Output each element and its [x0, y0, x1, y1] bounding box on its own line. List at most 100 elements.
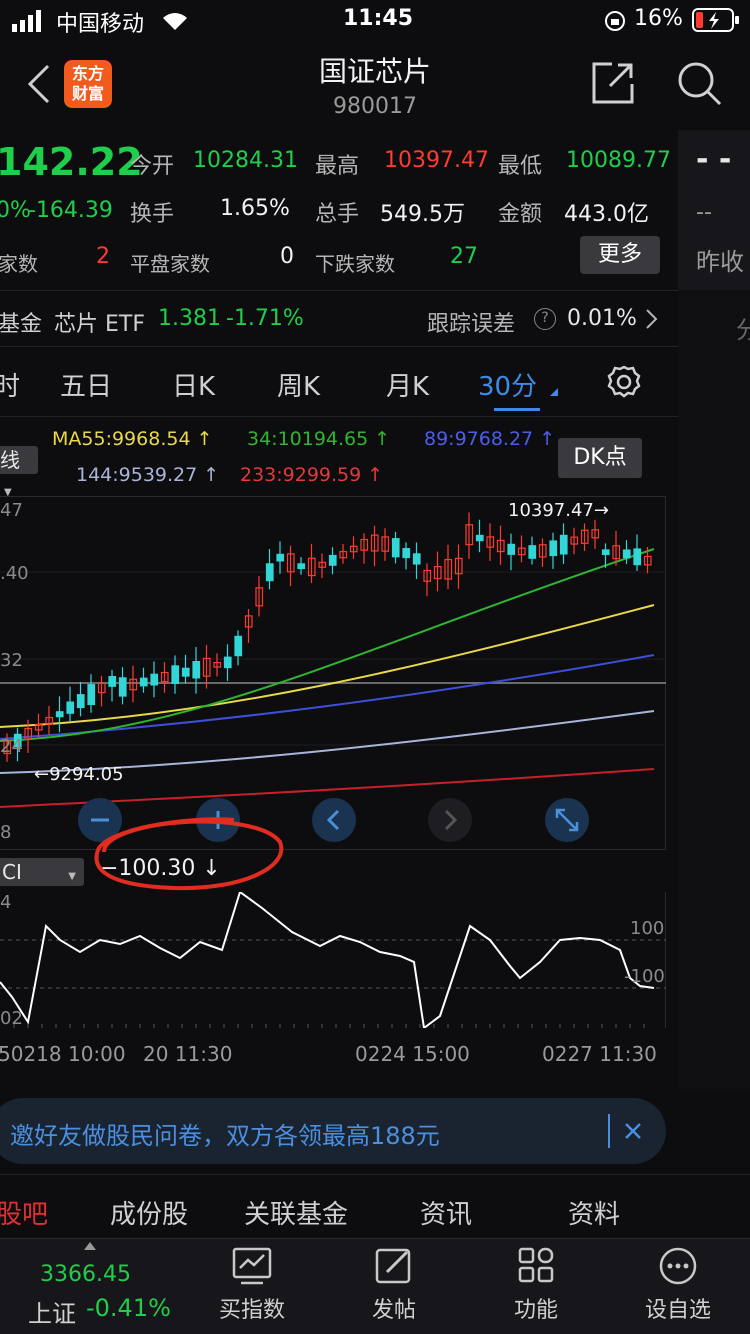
nav-post-label: 发帖 — [371, 1298, 416, 1323]
dk-point-button[interactable]: DK点 — [558, 438, 642, 478]
down-count: 27 — [450, 244, 478, 269]
y-tick-label: 24 — [0, 736, 23, 757]
x-tick-label: 0227 11:30 — [542, 1042, 657, 1066]
amount-value: 443.0亿 — [564, 202, 649, 227]
cci-level-high: 100 — [630, 918, 665, 939]
divider — [0, 1174, 750, 1175]
help-icon[interactable]: ? — [534, 308, 556, 330]
wifi-icon — [163, 13, 187, 30]
candle-body — [559, 534, 568, 555]
ma-selector[interactable]: 线 ▼ — [0, 446, 38, 498]
carrier-text: 中国移动 — [56, 12, 145, 37]
up-count-label: 家数 — [0, 252, 38, 276]
ma34-legend: 34:10194.65 ↑ — [247, 428, 391, 450]
candle-body — [601, 549, 610, 556]
fullscreen-button[interactable] — [545, 798, 589, 842]
tab-news[interactable]: 资讯 — [420, 1194, 472, 1231]
index-name: 上证 — [28, 1300, 76, 1328]
candle-body — [276, 553, 285, 562]
candle-body — [265, 563, 274, 582]
cci-top-label: 4 — [0, 892, 12, 913]
promo-banner[interactable]: 邀好友做股民问卷，双方各领最高188元 — [0, 1098, 666, 1164]
candle-body — [223, 656, 232, 669]
high-value: 10397.47 — [384, 148, 489, 173]
chart-trend-icon — [232, 1247, 272, 1285]
banner-text: 邀好友做股民问卷，双方各领最高188元 — [10, 1122, 440, 1150]
settings-button[interactable] — [606, 364, 642, 404]
side-panel-lower — [678, 290, 750, 1090]
cci-chart[interactable] — [0, 890, 666, 1030]
fund-name: 芯片 ETF — [54, 312, 145, 337]
change-pct: 0% — [0, 198, 31, 223]
low-value: 10089.77 — [566, 148, 671, 173]
y-tick-label: .40 — [0, 563, 29, 584]
candle-body — [549, 540, 558, 557]
tab-30min[interactable]: 30分 — [478, 366, 537, 403]
candle-body — [192, 661, 201, 679]
fund-price: 1.381 — [158, 306, 221, 331]
nav-buy-index[interactable]: 买指数 — [196, 1246, 308, 1324]
apps-grid-icon — [518, 1247, 554, 1283]
ma55-legend: MA55:9968.54 ↑ — [52, 428, 213, 450]
search-icon — [678, 62, 722, 106]
clock: 11:45 — [343, 6, 414, 31]
ma144-legend: 144:9539.27 ↑ — [76, 464, 220, 486]
index-change: -0.41% — [86, 1294, 171, 1322]
high-marker: 10397.47→ — [508, 500, 609, 521]
tab-dropdown-indicator — [550, 388, 558, 396]
tab-profile[interactable]: 资料 — [568, 1194, 620, 1231]
cci-svg — [0, 890, 666, 1030]
gear-icon — [607, 365, 641, 398]
flat-label: 平盘家数 — [130, 252, 210, 276]
y-tick-label: 8 — [0, 822, 12, 843]
nav-add-watchlist[interactable]: 设自选 — [622, 1246, 734, 1324]
fund-row[interactable]: 基金 芯片 ETF 1.381 -1.71% 跟踪误差 ? 0.01% — [0, 292, 678, 346]
candle-body — [412, 553, 421, 565]
tab-week-k[interactable]: 周K — [277, 366, 320, 403]
search-button[interactable] — [676, 60, 724, 112]
divider — [0, 416, 678, 417]
kline-chart[interactable] — [0, 496, 666, 850]
candle-body — [507, 543, 516, 555]
candle-body — [139, 677, 148, 687]
side-dashes: - - — [696, 142, 732, 177]
chevron-right-icon — [444, 809, 458, 831]
high-label: 最高 — [315, 154, 360, 179]
nav-buy-index-label: 买指数 — [218, 1298, 285, 1323]
open-label: 今开 — [130, 154, 175, 179]
battery-icon — [692, 8, 739, 32]
more-button[interactable]: 更多 — [580, 236, 660, 274]
status-bar: 中国移动 11:45 16% — [0, 0, 750, 42]
y-tick-label: 32 — [0, 650, 23, 671]
tab-month-k[interactable]: 月K — [386, 366, 429, 403]
volume-value: 549.5万 — [380, 202, 465, 227]
x-tick-label: 0224 15:00 — [355, 1042, 470, 1066]
tab-time[interactable]: 时 — [0, 366, 20, 403]
pan-left-button[interactable] — [312, 798, 356, 842]
tab-day-k[interactable]: 日K — [172, 366, 215, 403]
fund-label: 基金 — [0, 312, 43, 337]
close-icon[interactable] — [620, 1118, 646, 1144]
candle-body — [633, 548, 642, 566]
index-ticker[interactable]: 3366.45 上证 -0.41% — [0, 1244, 180, 1334]
indicator-selector[interactable]: CI ▼ — [0, 858, 84, 886]
turnover-value: 1.65% — [220, 196, 290, 221]
prev-close-label: 昨收 — [696, 248, 744, 276]
page-title: 国证芯片 — [318, 55, 431, 88]
tab-constituents[interactable]: 成份股 — [110, 1194, 188, 1231]
low-marker: ←9294.05 — [34, 764, 124, 785]
pan-right-button[interactable] — [428, 798, 472, 842]
nav-post[interactable]: 发帖 — [338, 1246, 450, 1324]
tab-related-funds[interactable]: 关联基金 — [244, 1194, 348, 1231]
candle-body — [297, 563, 306, 570]
nav-add-watchlist-label: 设自选 — [644, 1298, 711, 1323]
candle-body — [150, 673, 159, 686]
candle-body — [391, 538, 400, 558]
annotation-circle — [94, 817, 284, 891]
nav-functions[interactable]: 功能 — [480, 1246, 592, 1324]
index-value: 3366.45 — [40, 1262, 131, 1287]
tab-stock-forum[interactable]: 股吧 — [0, 1194, 48, 1231]
share-button[interactable] — [590, 60, 636, 110]
tab-5day[interactable]: 五日 — [60, 366, 112, 403]
amount-label: 金额 — [498, 202, 543, 227]
